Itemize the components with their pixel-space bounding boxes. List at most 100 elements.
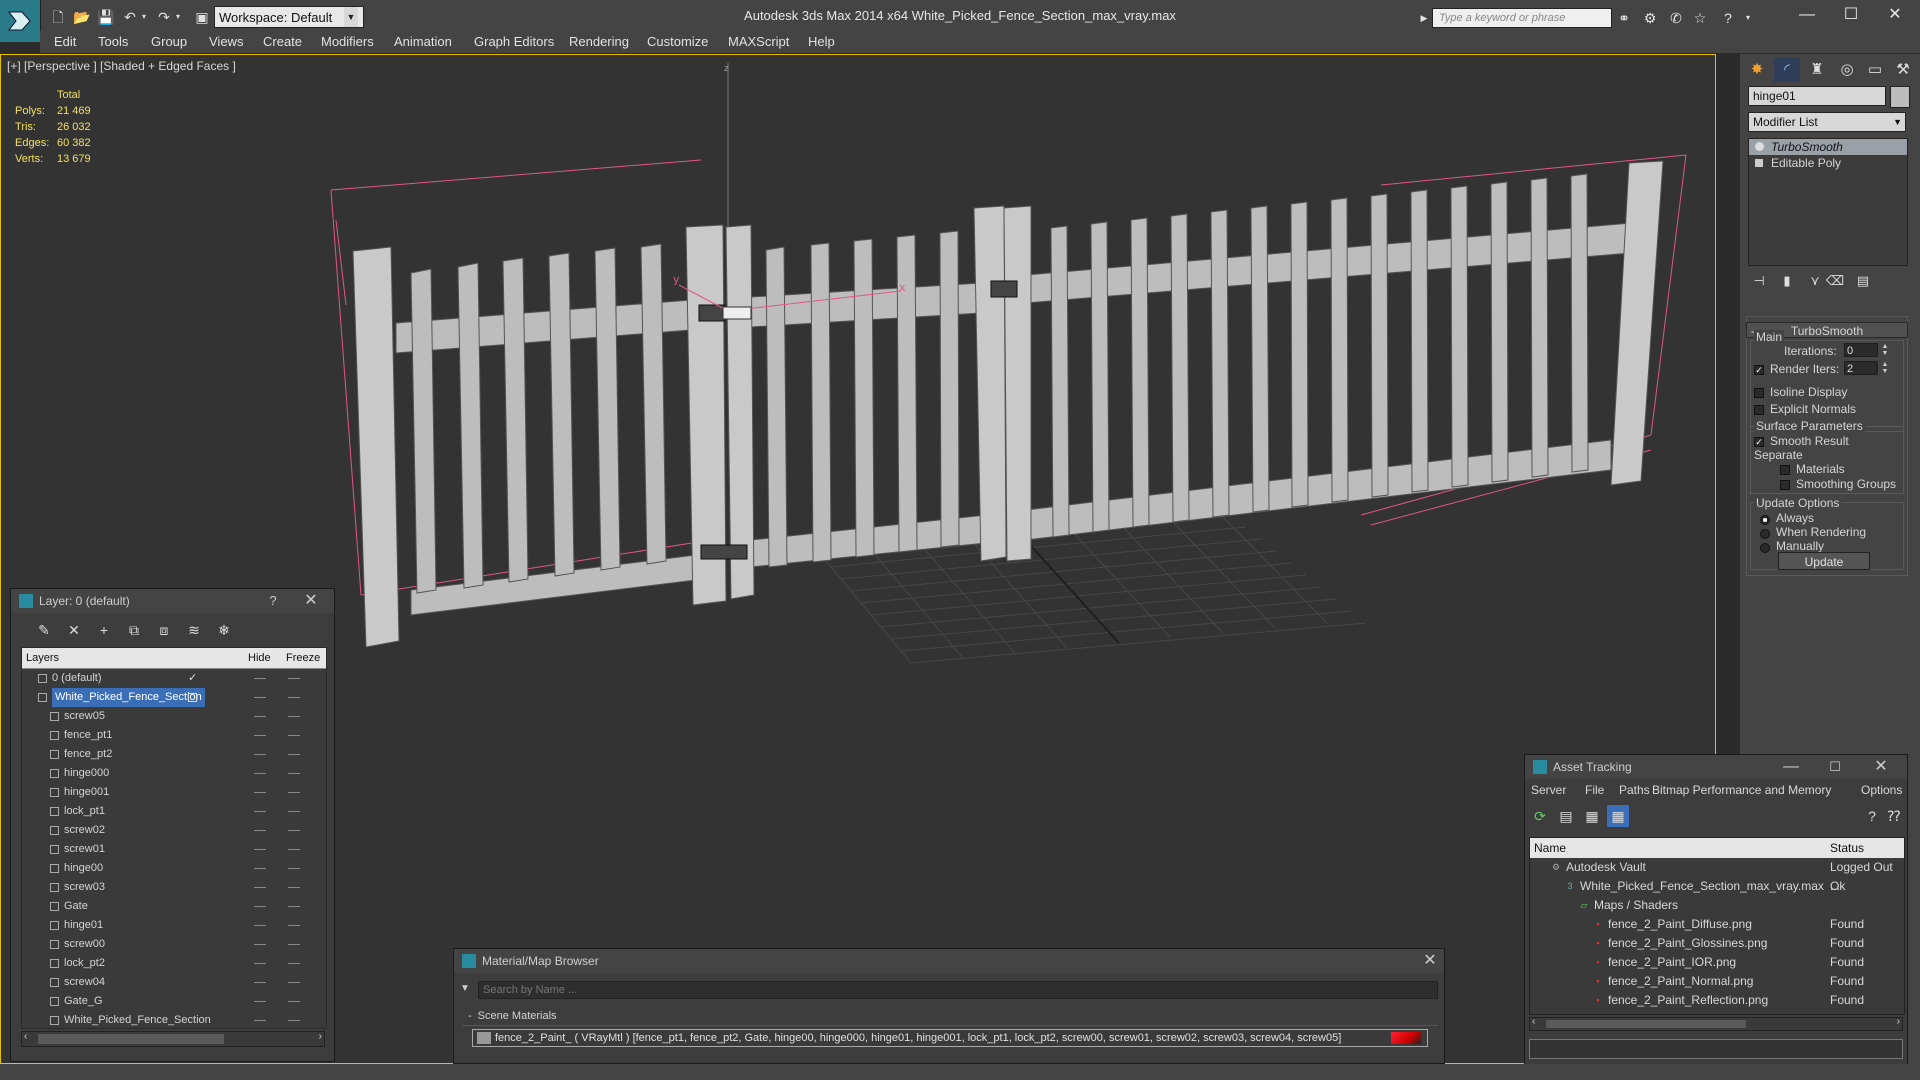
hide-toggle[interactable] [254, 1001, 266, 1002]
modifier-stack[interactable]: TurboSmooth Editable Poly [1748, 138, 1908, 266]
browser-options-icon[interactable]: ▼ [460, 983, 470, 994]
freeze-toggle[interactable] [288, 773, 300, 774]
scroll-left-icon[interactable]: ‹ [1532, 1016, 1535, 1027]
explicit-normals-checkbox[interactable] [1754, 405, 1764, 415]
scrollbar-thumb[interactable] [38, 1034, 224, 1044]
asset-row[interactable]: ▪ fence_2_Paint_Reflection.png Found [1530, 991, 1904, 1010]
freeze-toggle[interactable] [288, 906, 300, 907]
scroll-left-icon[interactable]: ‹ [24, 1031, 27, 1042]
subscription-icon[interactable]: ⚙ [1640, 8, 1660, 28]
hide-all-icon[interactable]: ≋ [183, 619, 205, 641]
hide-toggle[interactable] [254, 906, 266, 907]
add-to-layer-icon[interactable]: + [93, 619, 115, 641]
asset-row[interactable]: ⚙ Autodesk Vault Logged Out ... [1530, 858, 1904, 893]
layer-row[interactable]: hinge001 [22, 783, 326, 802]
hide-toggle[interactable] [254, 735, 266, 736]
freeze-toggle[interactable] [288, 811, 300, 812]
materials-checkbox[interactable] [1780, 465, 1790, 475]
menu-server[interactable]: Server [1531, 783, 1566, 797]
layer-panel-titlebar[interactable]: Layer: 0 (default) ? ✕ [11, 589, 334, 613]
create-tab-icon[interactable]: ✸ [1744, 58, 1770, 82]
maximize-icon[interactable]: ☐ [1825, 757, 1845, 777]
col-hide[interactable]: Hide [248, 648, 271, 668]
spinner-arrows-icon[interactable]: ▲ ▼ [1880, 343, 1890, 357]
menu-group[interactable]: Group [151, 31, 187, 53]
asset-row[interactable]: ▪ fence_2_Paint_Glossines.png Found [1530, 934, 1904, 953]
list-view-icon[interactable]: ▤ [1555, 805, 1577, 827]
table-view-icon[interactable]: ▦ [1607, 805, 1629, 827]
lightbulb-icon[interactable] [1755, 142, 1764, 151]
layer-row[interactable]: screw04 [22, 973, 326, 992]
render-iters-checkbox[interactable]: ✓ [1754, 365, 1764, 375]
layer-row[interactable]: White_Picked_Fence_Section [22, 1011, 326, 1028]
menu-graph-editors[interactable]: Graph Editors [474, 31, 554, 53]
display-tab-icon[interactable]: ▭ [1862, 58, 1888, 82]
help-context-icon[interactable]: ⁇ [1883, 805, 1905, 827]
layer-row[interactable]: hinge00 [22, 859, 326, 878]
maximize-icon[interactable]: ☐ [1828, 0, 1874, 30]
asset-path-field[interactable] [1529, 1039, 1903, 1059]
close-icon[interactable]: ✕ [1872, 0, 1918, 30]
menu-create[interactable]: Create [263, 31, 302, 53]
freeze-toggle[interactable] [288, 944, 300, 945]
layer-row[interactable]: screw05 [22, 707, 326, 726]
hide-toggle[interactable] [254, 811, 266, 812]
stack-item-turbosmooth[interactable]: TurboSmooth [1749, 139, 1907, 155]
freeze-toggle[interactable] [288, 868, 300, 869]
minimize-icon[interactable]: — [1781, 757, 1801, 777]
freeze-toggle[interactable] [288, 1020, 300, 1021]
expand-icon[interactable] [1755, 159, 1763, 167]
redo-icon[interactable]: ↷ [154, 7, 174, 27]
layer-row[interactable]: White_Picked_Fence_Section [22, 688, 326, 707]
col-layers[interactable]: Layers [26, 648, 59, 668]
scroll-right-icon[interactable]: › [319, 1031, 322, 1042]
freeze-toggle[interactable] [288, 792, 300, 793]
close-icon[interactable]: ✕ [1871, 757, 1891, 777]
asset-horizontal-scrollbar[interactable]: ‹ › [1529, 1016, 1903, 1031]
smooth-result-checkbox[interactable]: ✓ [1754, 437, 1764, 447]
modify-tab-icon[interactable]: ◜ [1774, 58, 1800, 82]
search-input[interactable] [1432, 8, 1612, 28]
hide-toggle[interactable] [254, 963, 266, 964]
freeze-toggle[interactable] [288, 697, 300, 698]
hierarchy-tab-icon[interactable]: ♜ [1804, 58, 1830, 82]
freeze-toggle[interactable] [288, 754, 300, 755]
layer-horizontal-scrollbar[interactable]: ‹ › [21, 1031, 325, 1047]
hide-toggle[interactable] [254, 887, 266, 888]
hide-toggle[interactable] [254, 1020, 266, 1021]
undo-icon[interactable]: ↶ [120, 7, 140, 27]
col-status[interactable]: Status [1830, 838, 1864, 858]
smoothing-groups-checkbox[interactable] [1780, 480, 1790, 490]
open-file-icon[interactable]: 📂 [72, 7, 92, 27]
hide-toggle[interactable] [254, 697, 266, 698]
workspace-dropdown-arrow-icon[interactable]: ▼ [344, 7, 358, 27]
hide-toggle[interactable] [254, 868, 266, 869]
menu-customize[interactable]: Customize [647, 31, 708, 53]
scrollbar-thumb[interactable] [1546, 1020, 1746, 1028]
hide-toggle[interactable] [254, 830, 266, 831]
help-icon[interactable]: ? [1718, 8, 1738, 28]
viewport-label-menu[interactable]: [+] [Perspective ] [Shaded + Edged Faces… [7, 59, 236, 73]
col-freeze[interactable]: Freeze [286, 648, 320, 668]
material-search-input[interactable] [478, 981, 1438, 999]
freeze-toggle[interactable] [288, 735, 300, 736]
hide-toggle[interactable] [254, 773, 266, 774]
search-expand-icon[interactable]: ▶ [1414, 8, 1434, 28]
project-folder-icon[interactable]: ▣ [192, 7, 212, 27]
asset-tracking-titlebar[interactable]: Asset Tracking — ☐ ✕ [1525, 755, 1907, 779]
menu-paths[interactable]: Paths [1619, 783, 1650, 797]
workspace-dropdown[interactable]: Workspace: Default [214, 6, 364, 28]
layer-row[interactable]: Gate_G [22, 992, 326, 1011]
layer-row[interactable]: hinge01 [22, 916, 326, 935]
menu-animation[interactable]: Animation [394, 31, 452, 53]
freeze-toggle[interactable] [288, 716, 300, 717]
layer-row[interactable]: fence_pt2 [22, 745, 326, 764]
layer-row[interactable]: screw01 [22, 840, 326, 859]
freeze-toggle[interactable] [288, 678, 300, 679]
asset-row[interactable]: ▪ fence_2_Paint_Diffuse.png Found [1530, 915, 1904, 934]
iterations-spinner[interactable]: 0 [1844, 343, 1878, 357]
minimize-icon[interactable]: — [1784, 0, 1830, 30]
hide-toggle[interactable] [254, 754, 266, 755]
make-current-icon[interactable] [188, 693, 197, 702]
app-menu-button[interactable] [0, 0, 41, 42]
